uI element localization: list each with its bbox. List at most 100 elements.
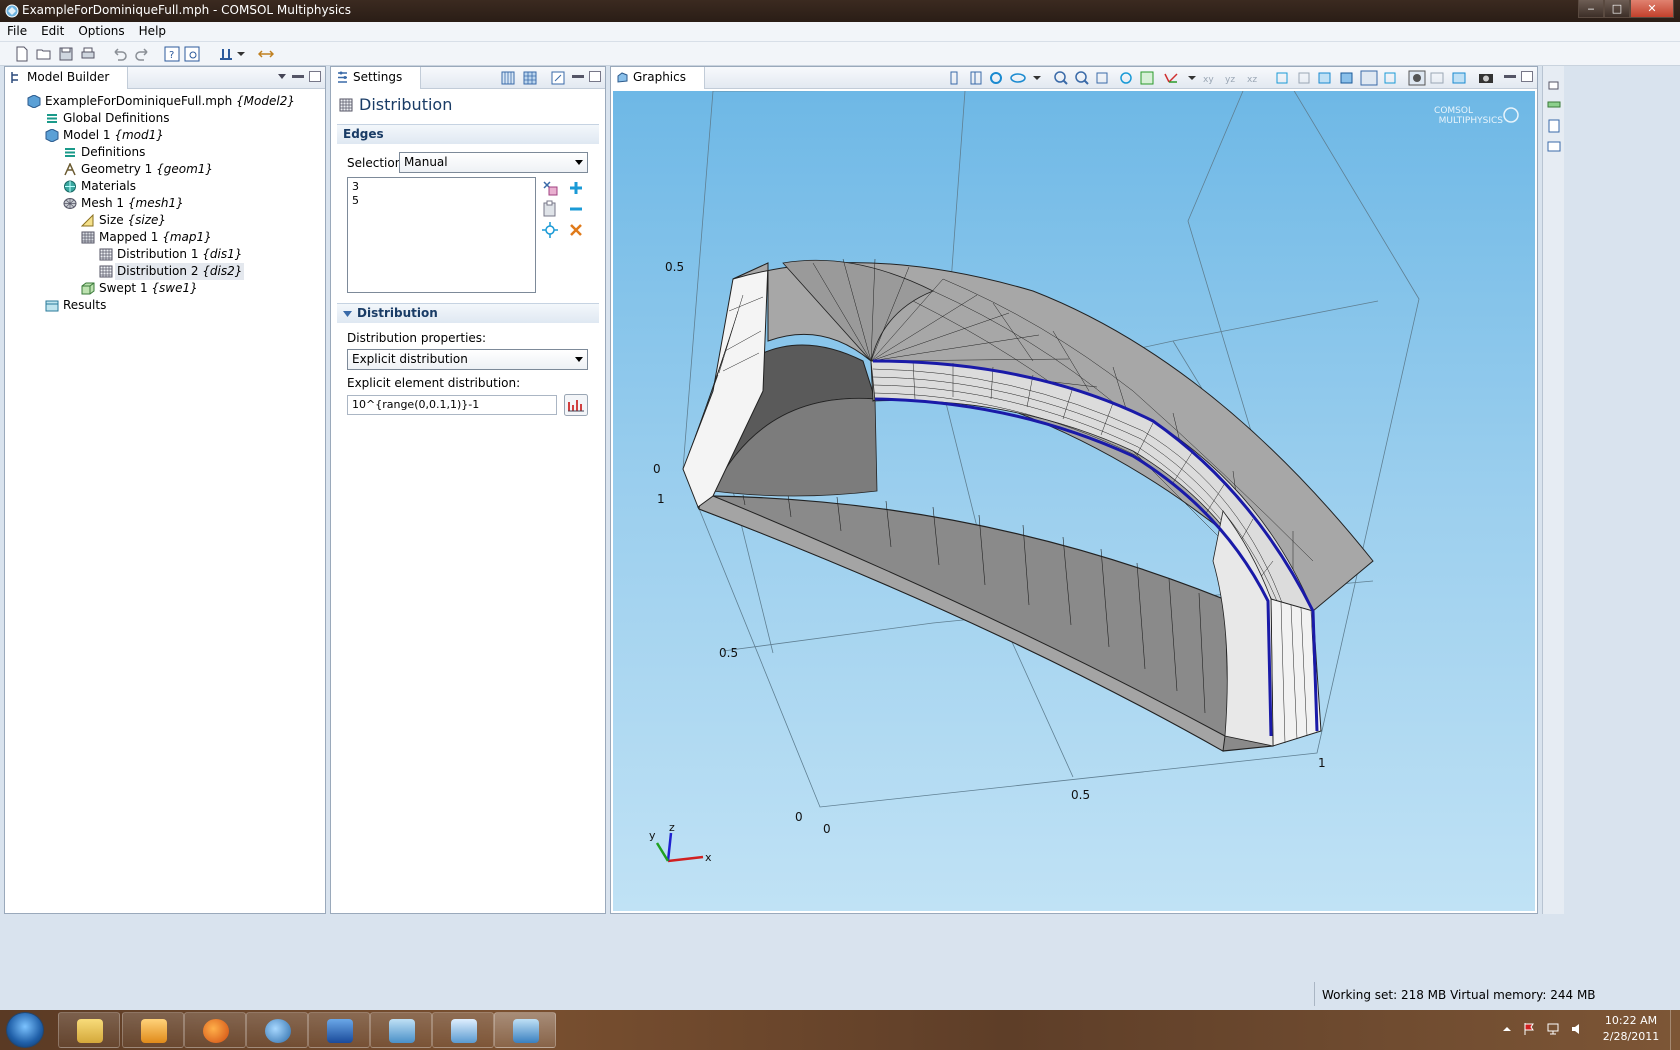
print-icon[interactable] xyxy=(80,46,96,62)
chevron-down-icon[interactable] xyxy=(236,46,246,62)
results-icon xyxy=(45,300,59,312)
maximize-panel-button[interactable] xyxy=(589,71,601,82)
distribution-icon xyxy=(99,248,113,261)
chevron-down-icon xyxy=(575,357,583,362)
side-view-icons[interactable] xyxy=(1547,80,1561,160)
geometry-icon xyxy=(64,163,76,176)
definitions-icon xyxy=(65,148,75,157)
show-info-icon[interactable] xyxy=(551,71,565,85)
taskbar-comsol-active[interactable] xyxy=(494,1012,556,1048)
clear-selection-icon[interactable] xyxy=(567,221,585,239)
distribution-icon xyxy=(339,98,353,112)
taskbar-thunderbird[interactable] xyxy=(246,1012,308,1048)
triad-y-label: y xyxy=(649,829,656,842)
graphics-toolbar: xy yz xz xyxy=(950,70,1493,86)
status-divider xyxy=(1314,982,1315,1006)
distribution-properties-dropdown[interactable]: Explicit distribution xyxy=(347,349,588,370)
maximize-button[interactable]: □ xyxy=(1604,0,1630,18)
new-file-icon[interactable] xyxy=(14,46,30,62)
taskbar-media-player[interactable] xyxy=(122,1012,184,1048)
taskbar-firefox[interactable] xyxy=(184,1012,246,1048)
svg-text:MULTIPHYSICS: MULTIPHYSICS xyxy=(1439,116,1504,126)
chevron-down-icon xyxy=(343,311,352,317)
menu-file[interactable]: File xyxy=(0,22,34,38)
comsol-icon xyxy=(451,1019,477,1043)
taskbar-app-3[interactable] xyxy=(432,1012,494,1048)
settings-panel: Settings Distribution Edges Selection: M… xyxy=(330,66,606,914)
svg-text:COMSOL: COMSOL xyxy=(1434,106,1473,116)
firefox-icon xyxy=(203,1019,229,1043)
compact-history-icon[interactable] xyxy=(258,46,274,62)
materials-icon xyxy=(64,180,76,193)
edges-selection-list[interactable]: 3 5 xyxy=(347,177,536,293)
build-mesh-icon[interactable] xyxy=(218,46,234,62)
mesh-3d-view[interactable]: 0.5 0 1 0.5 0 0 0.5 1 COMSOL MULTIPHYSIC… xyxy=(613,91,1535,911)
svg-text:yz: yz xyxy=(1225,75,1235,85)
minimize-panel-button[interactable] xyxy=(292,75,304,78)
zoom-to-selection-icon[interactable] xyxy=(541,221,559,239)
dynamic-help-icon[interactable] xyxy=(184,46,200,62)
edges-section-header[interactable]: Edges xyxy=(337,124,599,144)
graphics-icon xyxy=(617,72,628,83)
clipboard-icon[interactable] xyxy=(541,200,559,218)
windows-taskbar: 10:22 AM 2/28/2011 xyxy=(0,1010,1680,1050)
add-to-selection-icon[interactable] xyxy=(567,179,585,197)
tray-expand-icon[interactable] xyxy=(1500,1022,1514,1036)
tab-graphics[interactable]: Graphics xyxy=(611,67,705,89)
action-center-flag-icon[interactable] xyxy=(1522,1022,1536,1036)
close-button[interactable]: ✕ xyxy=(1630,0,1674,18)
view-menu-icon[interactable] xyxy=(277,71,287,82)
show-desktop-button[interactable] xyxy=(1670,1010,1680,1050)
comsol-logo: COMSOL MULTIPHYSICS xyxy=(1434,106,1519,126)
svg-text:xz: xz xyxy=(1247,75,1257,85)
taskbar-app-2[interactable] xyxy=(370,1012,432,1048)
taskbar-app-1[interactable] xyxy=(308,1012,370,1048)
status-bar: Working set: 218 MB Virtual memory: 244 … xyxy=(0,980,1680,1010)
maximize-panel-button[interactable] xyxy=(309,71,321,82)
mesh-icon xyxy=(63,198,77,209)
taskbar-explorer[interactable] xyxy=(58,1012,120,1048)
build-all-icon[interactable] xyxy=(523,71,537,85)
axis-triad: x z y xyxy=(649,821,712,864)
svg-text:?: ? xyxy=(169,50,174,61)
list-item[interactable]: 3 xyxy=(352,180,531,194)
menu-bar: File Edit Options Help xyxy=(0,22,1680,42)
triad-z-label: z xyxy=(669,821,675,834)
graphics-canvas[interactable]: 0.5 0 1 0.5 0 0 0.5 1 COMSOL MULTIPHYSIC… xyxy=(613,91,1535,911)
minimize-panel-button[interactable] xyxy=(1504,75,1516,78)
save-icon[interactable] xyxy=(58,46,74,62)
distribution-section-header[interactable]: Distribution xyxy=(337,303,599,323)
minimize-button[interactable]: ‒ xyxy=(1578,0,1604,18)
selection-dropdown[interactable]: Manual xyxy=(399,152,588,173)
tab-settings[interactable]: Settings xyxy=(331,67,422,89)
start-button[interactable] xyxy=(6,1012,44,1048)
triad-x-label: x xyxy=(705,851,712,864)
volume-icon[interactable] xyxy=(1570,1022,1584,1036)
redo-icon[interactable] xyxy=(134,46,150,62)
build-selected-icon[interactable] xyxy=(501,71,515,85)
system-clock[interactable]: 10:22 AM 2/28/2011 xyxy=(1596,1013,1666,1045)
undo-icon[interactable] xyxy=(112,46,128,62)
mapped-icon xyxy=(81,231,95,244)
minimize-panel-button[interactable] xyxy=(572,75,584,78)
tab-model-builder[interactable]: Model Builder xyxy=(5,67,129,89)
open-folder-icon[interactable] xyxy=(36,46,52,62)
paste-selection-icon[interactable] xyxy=(541,179,559,197)
menu-options[interactable]: Options xyxy=(71,22,131,38)
media-player-icon xyxy=(141,1019,167,1043)
remove-from-selection-icon[interactable] xyxy=(567,200,585,218)
maximize-panel-button[interactable] xyxy=(1521,71,1533,82)
network-icon[interactable] xyxy=(1546,1022,1560,1036)
menu-edit[interactable]: Edit xyxy=(34,22,71,38)
list-item[interactable]: 5 xyxy=(352,194,531,208)
folder-icon xyxy=(77,1019,103,1043)
explicit-distribution-field[interactable]: 10^{range(0,0.1,1)}-1 xyxy=(347,395,557,415)
plot-distribution-icon[interactable] xyxy=(564,394,588,416)
clock-time: 10:22 AM xyxy=(1604,1014,1658,1027)
menu-help[interactable]: Help xyxy=(132,22,173,38)
help-icon[interactable]: ? xyxy=(164,46,180,62)
graphics-panel: Graphics xy yz xz 0.5 0 1 0.5 0 0 0.5 1 … xyxy=(610,66,1538,914)
svg-text:xy: xy xyxy=(1203,75,1214,85)
zoom-box-icon xyxy=(950,71,958,85)
explicit-distribution-label: Explicit element distribution: xyxy=(347,376,521,390)
